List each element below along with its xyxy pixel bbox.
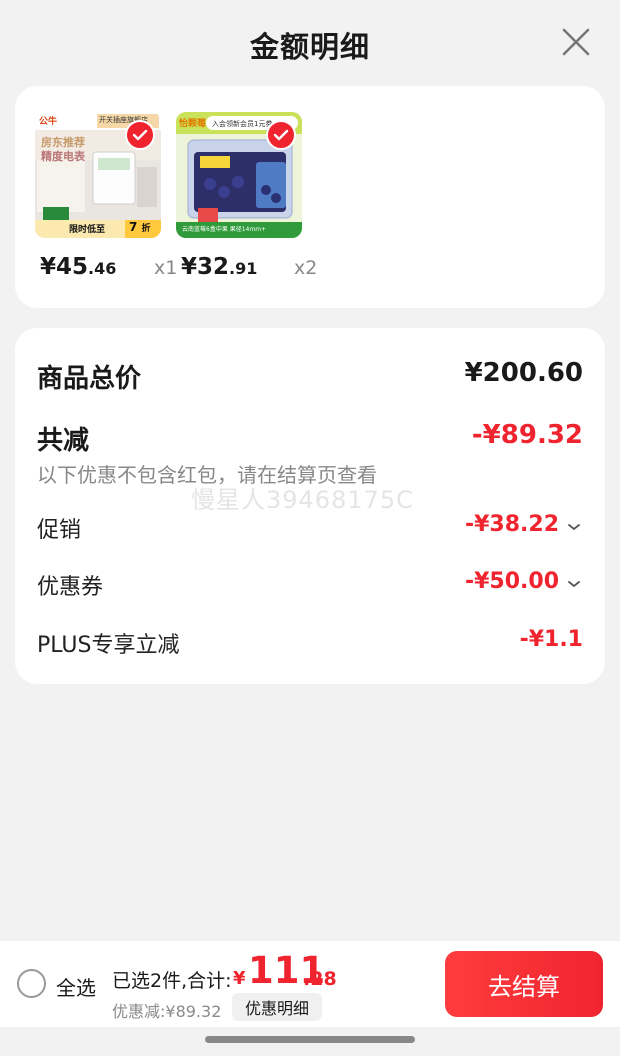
thumb-brand-1: 公牛 — [39, 117, 58, 127]
close-icon — [562, 28, 590, 56]
home-indicator — [205, 1036, 415, 1043]
select-all-radio[interactable] — [17, 969, 46, 998]
thumb-banner-2: 入会领新会员1元券 — [212, 120, 273, 128]
price-int-1: 45 — [56, 254, 89, 280]
discount-summary-text: 优惠减:¥89.32 — [112, 1002, 222, 1021]
product-item-1[interactable]: 公牛 开关插座旗舰店 房东推荐 精度电表 限时低至 7 折 ¥45.46 x1 — [35, 112, 177, 280]
selected-check-2[interactable] — [266, 120, 296, 150]
thumb-discount-value-1: 7 — [129, 220, 138, 234]
total-reduction-value: -¥89.32 — [471, 420, 583, 450]
chevron-down-icon[interactable] — [567, 579, 581, 589]
price-dec-2: .91 — [229, 259, 258, 278]
coupon-value: -¥50.00 — [464, 569, 559, 594]
thumb-promo-1: 限时低至 — [69, 225, 106, 235]
product-thumbnail-2[interactable]: 怡颗莓 入会领新会员1元券 云南蓝莓6盒中果 果径14mm+ — [176, 112, 302, 238]
total-reduction-row: 共减 -¥89.32 — [37, 420, 583, 456]
sheet-title: 金额明细 — [249, 30, 370, 64]
plus-discount-label: PLUS专享立减 — [37, 633, 180, 658]
total-price-label: 商品总价 — [37, 364, 142, 394]
selected-count-text: 已选2件,合计: — [112, 970, 232, 992]
product-item-2[interactable]: 怡颗莓 入会领新会员1元券 云南蓝莓6盒中果 果径14mm+ ¥32.91 x2 — [176, 112, 317, 280]
product-thumbnail-1[interactable]: 公牛 开关插座旗舰店 房东推荐 精度电表 限时低至 7 折 — [35, 112, 161, 238]
product-price-2: ¥32.91 — [181, 254, 257, 280]
total-currency: ¥ — [233, 968, 246, 989]
price-yen-1: ¥ — [40, 254, 57, 280]
check-icon — [132, 129, 148, 141]
chevron-down-icon[interactable] — [567, 522, 581, 532]
sheet-header: 金额明细 — [0, 0, 620, 86]
select-all-label[interactable]: 全选 — [56, 972, 96, 1001]
promotion-value: -¥38.22 — [464, 512, 559, 537]
selected-check-1[interactable] — [125, 120, 155, 150]
thumb-discount-unit-1: 折 — [141, 224, 151, 234]
check-icon — [273, 129, 289, 141]
product-price-1: ¥45.46 — [40, 254, 116, 280]
watermark: 慢星人39468175C — [191, 486, 414, 514]
promotion-row[interactable]: 促销 -¥38.22 — [37, 512, 583, 544]
thumb-headline2-1: 精度电表 — [41, 150, 85, 163]
product-price-row-2: ¥32.91 x2 — [176, 254, 376, 284]
plus-discount-row: PLUS专享立减 -¥1.1 — [37, 627, 583, 659]
thumb-brand-2: 怡颗莓 — [179, 119, 207, 129]
plus-discount-value: -¥1.1 — [519, 627, 583, 652]
discount-detail-button[interactable]: 优惠明细 — [232, 993, 322, 1021]
thumb-footer-2: 云南蓝莓6盒中果 果径14mm+ — [182, 226, 267, 233]
total-amount-decimal: .28 — [303, 968, 337, 990]
product-qty-2: x2 — [294, 257, 318, 279]
amount-detail-sheet: 金额明细 公牛 开关插座旗舰店 房东推荐 精度电表 限时低至 7 折 ¥45.4… — [0, 0, 620, 1056]
products-card: 公牛 开关插座旗舰店 房东推荐 精度电表 限时低至 7 折 ¥45.46 x1 — [15, 86, 605, 308]
promotion-label: 促销 — [37, 518, 82, 543]
close-button[interactable] — [556, 22, 596, 62]
price-dec-1: .46 — [88, 259, 117, 278]
thumb-discount-1: 7 折 — [129, 220, 151, 234]
price-yen-2: ¥ — [181, 254, 198, 280]
total-price-value: ¥200.60 — [464, 358, 583, 388]
product-qty-1: x1 — [154, 257, 178, 279]
checkout-bar: 全选 已选2件,合计: ¥ 111 .28 优惠减:¥89.32 优惠明细 去结… — [0, 941, 620, 1027]
coupon-row[interactable]: 优惠券 -¥50.00 — [37, 569, 583, 601]
checkout-button[interactable]: 去结算 — [445, 951, 603, 1017]
price-int-2: 32 — [197, 254, 230, 280]
total-reduction-label: 共减 — [37, 426, 90, 456]
total-price-row: 商品总价 ¥200.60 — [37, 358, 583, 394]
coupon-label: 优惠券 — [37, 575, 104, 600]
price-summary-card: 商品总价 ¥200.60 共减 -¥89.32 以下优惠不包含红包，请在结算页查… — [15, 328, 605, 684]
